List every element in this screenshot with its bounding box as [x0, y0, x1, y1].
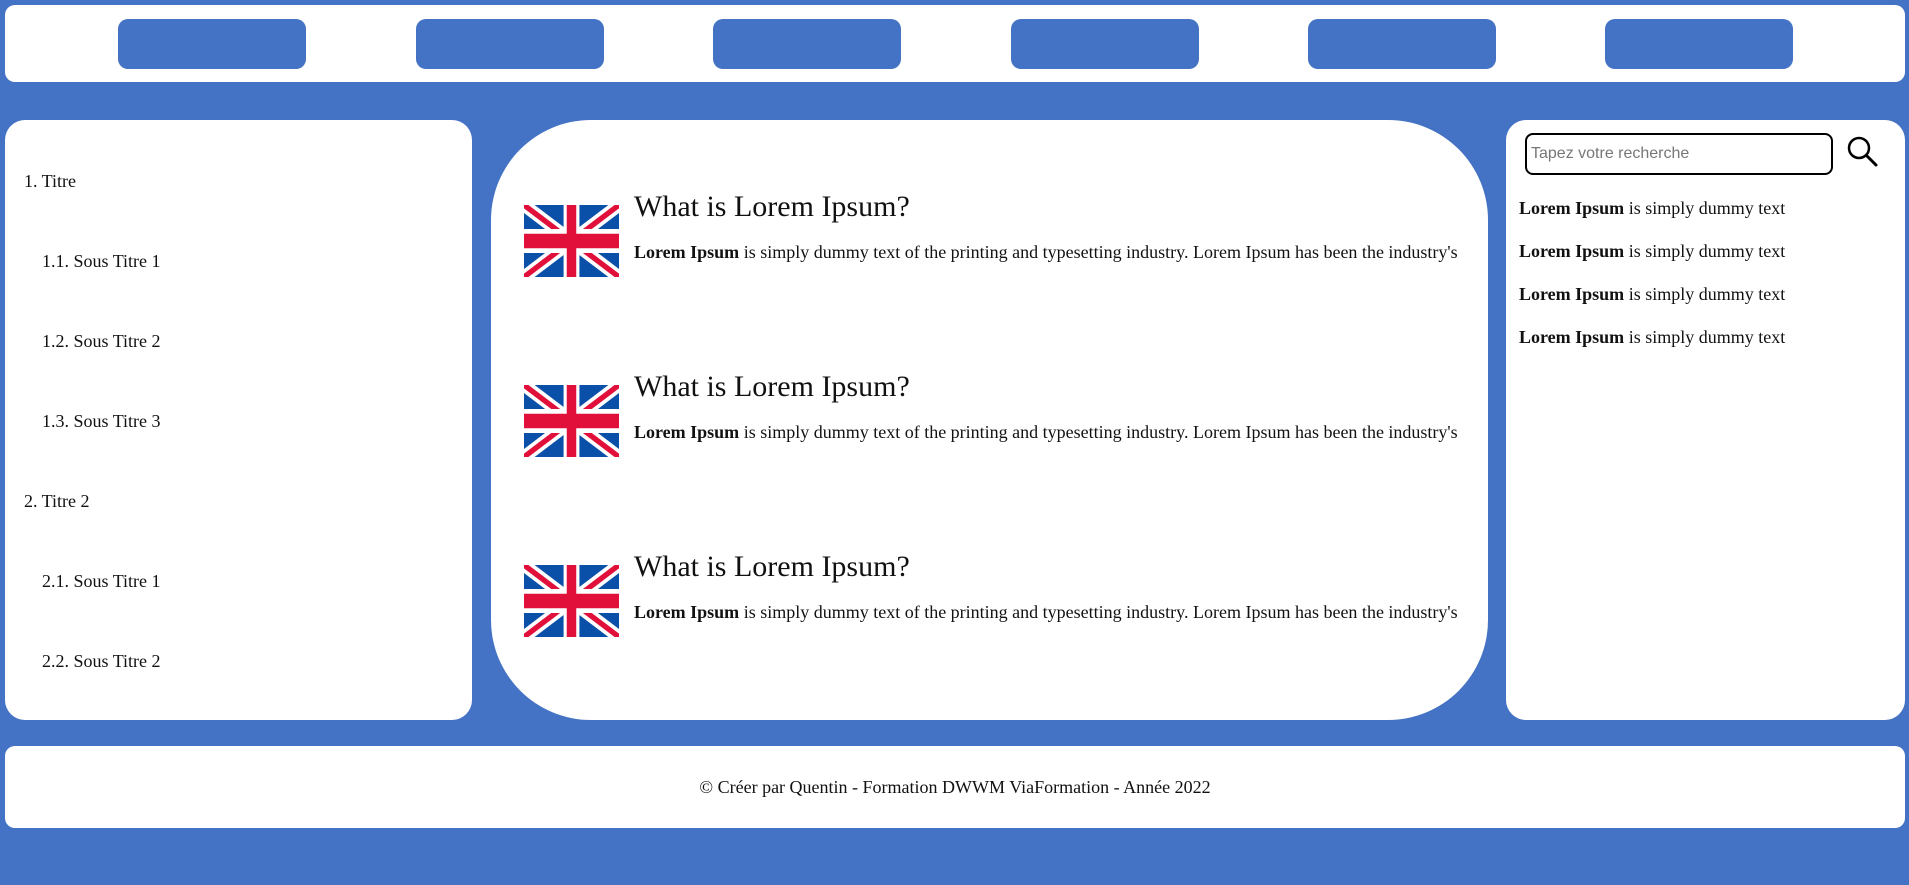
side-item-bold: Lorem Ipsum: [1519, 284, 1625, 304]
uk-flag-icon: [524, 205, 619, 277]
search-icon[interactable]: [1845, 135, 1879, 169]
nav-button-1[interactable]: [118, 19, 306, 69]
article-text: Lorem Ipsum is simply dummy text of the …: [634, 421, 1459, 444]
article-text: Lorem Ipsum is simply dummy text of the …: [634, 601, 1459, 624]
article-body: is simply dummy text of the printing and…: [739, 242, 1458, 262]
nav-button-4[interactable]: [1011, 19, 1199, 69]
footer: © Créer par Quentin - Formation DWWM Via…: [5, 746, 1905, 828]
side-list-item: Lorem Ipsum is simply dummy text: [1519, 197, 1785, 219]
article-bold: Lorem Ipsum: [634, 602, 740, 622]
uk-flag-icon: [524, 385, 619, 457]
footer-text: © Créer par Quentin - Formation DWWM Via…: [699, 776, 1211, 797]
article-body: is simply dummy text of the printing and…: [739, 422, 1458, 442]
header-nav: [5, 5, 1905, 82]
article-body: is simply dummy text of the printing and…: [739, 602, 1458, 622]
side-item-text: is simply dummy text: [1624, 284, 1786, 304]
article-bold: Lorem Ipsum: [634, 422, 740, 442]
nav-button-3[interactable]: [713, 19, 901, 69]
nav-button-5[interactable]: [1308, 19, 1496, 69]
toc-item-subtitle-1-3[interactable]: 1.3. Sous Titre 3: [42, 410, 161, 432]
side-item-text: is simply dummy text: [1624, 327, 1786, 347]
article-title: What is Lorem Ipsum?: [634, 550, 910, 583]
toc-item-title-2[interactable]: 2. Titre 2: [24, 490, 90, 512]
nav-button-2[interactable]: [416, 19, 604, 69]
article-title: What is Lorem Ipsum?: [634, 370, 910, 403]
uk-flag-icon: [524, 565, 619, 637]
main-content: What is Lorem Ipsum? Lorem Ipsum is simp…: [491, 120, 1488, 720]
side-list-item: Lorem Ipsum is simply dummy text: [1519, 283, 1785, 305]
right-sidebar: Lorem Ipsum is simply dummy text Lorem I…: [1506, 120, 1905, 720]
article-text: Lorem Ipsum is simply dummy text of the …: [634, 241, 1459, 264]
article-title: What is Lorem Ipsum?: [634, 190, 910, 223]
toc-item-subtitle-2-1[interactable]: 2.1. Sous Titre 1: [42, 570, 161, 592]
sidebar-toc: 1. Titre 1.1. Sous Titre 1 1.2. Sous Tit…: [5, 120, 472, 720]
toc-item-subtitle-1-2[interactable]: 1.2. Sous Titre 2: [42, 330, 161, 352]
side-item-bold: Lorem Ipsum: [1519, 241, 1625, 261]
toc-item-subtitle-1-1[interactable]: 1.1. Sous Titre 1: [42, 250, 161, 272]
side-item-text: is simply dummy text: [1624, 198, 1786, 218]
toc-item-title-1[interactable]: 1. Titre: [24, 170, 76, 192]
side-list-item: Lorem Ipsum is simply dummy text: [1519, 240, 1785, 262]
side-item-bold: Lorem Ipsum: [1519, 198, 1625, 218]
article-bold: Lorem Ipsum: [634, 242, 740, 262]
side-item-bold: Lorem Ipsum: [1519, 327, 1625, 347]
nav-button-6[interactable]: [1605, 19, 1793, 69]
side-list-item: Lorem Ipsum is simply dummy text: [1519, 326, 1785, 348]
toc-item-subtitle-2-2[interactable]: 2.2. Sous Titre 2: [42, 650, 161, 672]
side-item-text: is simply dummy text: [1624, 241, 1786, 261]
search-input[interactable]: [1525, 133, 1833, 175]
